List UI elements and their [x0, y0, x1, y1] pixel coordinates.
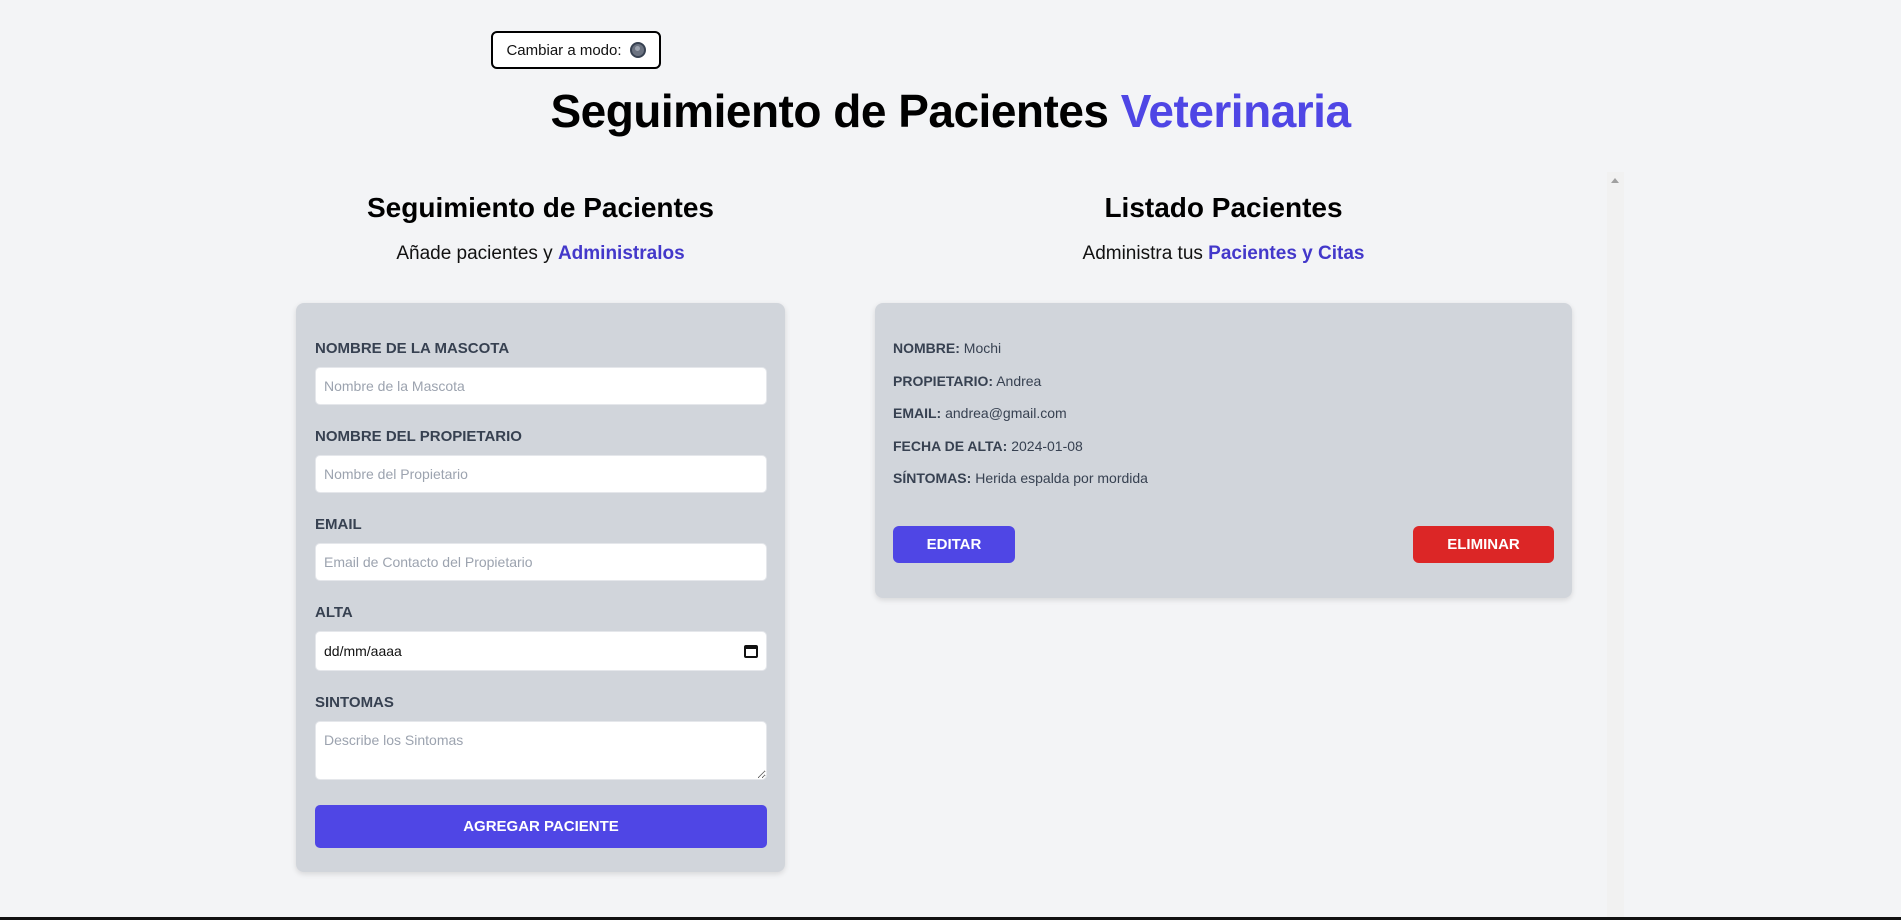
- patient-email-key: Email:: [893, 405, 942, 421]
- date-input[interactable]: dd/mm/aaaa: [315, 631, 767, 671]
- list-heading: Listado Pacientes: [1104, 192, 1343, 223]
- patient-owner-key: Propietario:: [893, 372, 994, 389]
- list-subtitle-accent: Pacientes y Citas: [1208, 243, 1365, 264]
- page-title-main: Seguimiento de Pacientes: [550, 85, 1109, 137]
- patient-date-value: 2024-01-08: [1011, 437, 1083, 454]
- pet-name-input[interactable]: [315, 367, 767, 405]
- patient-email-value: andrea@gmail.com: [945, 405, 1067, 421]
- page-title: Seguimiento de Pacientes Veterinaria: [0, 84, 1901, 138]
- patient-symptoms-value: Herida espalda por mordida: [975, 470, 1148, 486]
- list-subtitle-prefix: Administra tus: [1082, 243, 1203, 264]
- patient-date-key: Fecha de alta:: [893, 437, 1008, 454]
- form-subtitle: Añade pacientes y Administralos: [296, 243, 785, 265]
- form-heading: Seguimiento de Pacientes: [367, 192, 714, 223]
- owner-name-group: Nombre del Propietario: [315, 428, 767, 493]
- patient-form: Nombre de la Mascota Nombre del Propieta…: [296, 303, 785, 872]
- patient-name-key: Nombre:: [893, 340, 960, 356]
- patient-owner-row: Propietario: Andrea: [893, 373, 1554, 391]
- patient-symptoms-row: Síntomas: Herida espalda por mordida: [893, 470, 1554, 488]
- form-subtitle-accent: Administralos: [557, 243, 685, 264]
- symptoms-group: Sintomas: [315, 694, 767, 780]
- list-scrollbar[interactable]: [1607, 172, 1624, 920]
- email-input[interactable]: [315, 543, 767, 581]
- scroll-up-arrow-icon[interactable]: [1611, 178, 1619, 183]
- pet-name-label: Nombre de la Mascota: [315, 340, 510, 357]
- patient-email-row: Email: andrea@gmail.com: [893, 405, 1554, 423]
- patient-actions: Editar Eliminar: [893, 526, 1554, 563]
- email-group: Email: [315, 516, 767, 581]
- date-value: dd/mm/aaaa: [324, 643, 402, 659]
- owner-name-label: Nombre del Propietario: [315, 428, 522, 445]
- email-label: Email: [315, 516, 362, 533]
- page-title-accent: Veterinaria: [1120, 85, 1351, 137]
- patient-date-row: Fecha de alta: 2024-01-08: [893, 438, 1554, 456]
- owner-name-input[interactable]: [315, 455, 767, 493]
- patient-card: Nombre: Mochi Propietario: Andrea Email:…: [875, 303, 1572, 598]
- form-subtitle-prefix: Añade pacientes y: [396, 243, 553, 264]
- date-group: Alta dd/mm/aaaa: [315, 604, 767, 671]
- symptoms-label: Sintomas: [315, 694, 394, 711]
- symptoms-textarea[interactable]: [315, 721, 767, 780]
- date-label: Alta: [315, 604, 353, 621]
- mode-toggle-label: Cambiar a modo:: [506, 41, 622, 59]
- pet-name-group: Nombre de la Mascota: [315, 340, 767, 405]
- moon-icon: [629, 42, 646, 58]
- patient-name-value: Mochi: [963, 340, 1002, 356]
- mode-toggle-button[interactable]: Cambiar a modo:: [491, 31, 661, 69]
- delete-button[interactable]: Eliminar: [1413, 526, 1554, 563]
- patient-symptoms-key: Síntomas:: [893, 470, 972, 486]
- patient-name-row: Nombre: Mochi: [893, 340, 1554, 358]
- edit-button[interactable]: Editar: [893, 526, 1015, 563]
- patient-owner-value: Andrea: [996, 372, 1042, 389]
- list-subtitle: Administra tus Pacientes y Citas: [875, 243, 1572, 265]
- calendar-icon[interactable]: [744, 644, 758, 658]
- add-patient-button[interactable]: Agregar Paciente: [315, 805, 767, 848]
